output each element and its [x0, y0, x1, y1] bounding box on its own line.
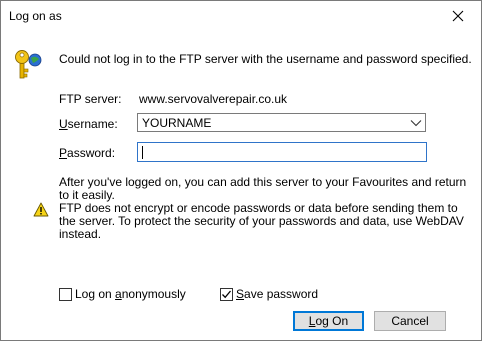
close-button[interactable] — [435, 1, 481, 31]
log-on-button-rest: og On — [315, 314, 349, 328]
anonymous-label[interactable]: Log on anonymously — [75, 287, 186, 301]
anonymous-label-after: nonymously — [121, 287, 186, 301]
password-label-accel: P — [59, 146, 68, 160]
save-password-label-accel: S — [236, 287, 245, 301]
password-label: Password: — [59, 146, 115, 160]
save-password-checkbox[interactable]: Save password — [220, 287, 318, 301]
title-bar: Log on as — [1, 1, 481, 31]
dialog-content: Could not log in to the FTP server with … — [1, 31, 481, 340]
username-label-accel: U — [59, 117, 68, 131]
anonymous-label-accel: a — [115, 287, 122, 301]
ftp-server-label: FTP server: — [59, 92, 122, 106]
username-combobox[interactable]: YOURNAME — [137, 113, 426, 132]
save-password-label-rest: ave password — [244, 287, 319, 301]
save-password-label[interactable]: Save password — [236, 287, 318, 301]
save-password-checkbox-box[interactable] — [220, 287, 233, 301]
favourites-info: After you've logged on, you can add this… — [59, 175, 467, 202]
chevron-down-icon[interactable] — [410, 117, 422, 131]
username-label: Username: — [59, 117, 118, 131]
anonymous-label-before: Log on — [75, 287, 116, 301]
close-icon — [452, 10, 464, 22]
checkmark-icon — [222, 290, 231, 298]
dialog-title: Log on as — [9, 9, 62, 23]
error-message: Could not log in to the FTP server with … — [59, 52, 472, 66]
logon-dialog: Log on as Could not log in to the FTP se… — [0, 0, 482, 341]
username-label-rest: sername: — [67, 117, 118, 131]
password-label-rest: assword: — [67, 146, 116, 160]
username-value[interactable]: YOURNAME — [142, 116, 211, 130]
anonymous-checkbox-box[interactable] — [59, 287, 72, 301]
log-on-anonymously-checkbox[interactable]: Log on anonymously — [59, 287, 186, 301]
password-input[interactable] — [137, 142, 427, 162]
security-warning: FTP does not encrypt or encode passwords… — [59, 201, 464, 241]
log-on-button[interactable]: Log On — [293, 311, 364, 331]
key-icon — [15, 48, 45, 85]
cancel-button[interactable]: Cancel — [374, 311, 446, 331]
warning-icon — [33, 202, 49, 220]
ftp-server-value: www.servovalverepair.co.uk — [139, 92, 288, 106]
text-caret — [142, 146, 143, 159]
